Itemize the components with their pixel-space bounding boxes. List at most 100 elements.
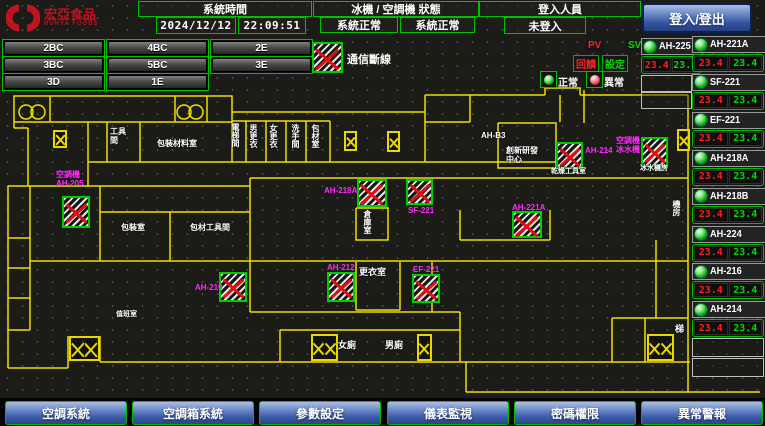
room-label-1: 包裝材料室 [157, 139, 197, 148]
unit-name: AH-214 [710, 304, 742, 315]
zone-button-4BC[interactable]: 4BC [108, 41, 207, 55]
disconnect-legend-label: 通信斷線 [347, 51, 391, 67]
door-marker-7 [647, 334, 674, 361]
nav-button-4[interactable]: 儀表監視 [387, 401, 509, 425]
nav-button-6[interactable]: 異常警報 [641, 401, 763, 425]
unit-AH-214-values: 23.423.4 [692, 319, 764, 337]
sv-value: 23.4 [729, 246, 763, 260]
zone-button-wrap-2BC: 2BC [2, 39, 105, 57]
sv-value: 23.4 [729, 283, 763, 297]
unit-AH-224[interactable]: AH-224 [692, 226, 765, 243]
room-label-10: 冰水機房 [640, 164, 668, 173]
equipment-marker-AH-218A[interactable] [357, 179, 387, 207]
unit-AH-221A[interactable]: AH-221A [692, 36, 765, 53]
unit-name: AH-224 [710, 229, 742, 240]
equipment-marker-AH-210[interactable] [219, 272, 247, 302]
hmi-screen: 空調機 AH-205AH-218ASF-221AH-221AAH-214空調機 … [0, 0, 765, 426]
pv-value: 23.4 [694, 132, 728, 146]
unit-status-led-icon [694, 75, 708, 89]
unit-AH-218B[interactable]: AH-218B [692, 188, 765, 205]
nav-button-1[interactable]: 空調系統 [5, 401, 127, 425]
equipment-marker-AH-212[interactable] [327, 272, 355, 302]
door-marker-2 [387, 131, 400, 152]
room-label-17: 男廁 [385, 341, 403, 350]
unit-name: AH-225 [659, 41, 691, 52]
room-label-8: 創新研發 中心 [506, 146, 538, 164]
room-label-15: 更衣室 [359, 268, 386, 277]
unit-status-led-icon [694, 38, 708, 52]
zone-button-wrap-3E: 3E [210, 56, 313, 74]
unit-name: AH-216 [710, 266, 742, 277]
unit-status-led-icon [694, 303, 708, 317]
equipment-label-AH-218A: AH-218A [324, 186, 357, 195]
unit-AH-214[interactable]: AH-214 [692, 301, 765, 318]
unit-name: AH-221A [710, 39, 748, 50]
feedback-label: 回饋 [573, 55, 599, 72]
unit-AH-218B-values: 23.423.4 [692, 206, 764, 224]
zone-button-3BC[interactable]: 3BC [4, 58, 103, 72]
pv-value: 23.4 [694, 208, 728, 222]
zone-button-wrap-3BC: 3BC [2, 56, 105, 74]
unit-SF-221-values: 23.423.4 [692, 92, 764, 110]
equipment-marker-EF-221[interactable] [412, 274, 440, 303]
sv-value: 23.4 [729, 321, 763, 335]
zone-button-1E[interactable]: 1E [108, 75, 207, 89]
equipment-label-SF-221: SF-221 [408, 206, 434, 215]
pv-label: PV [586, 40, 603, 51]
room-label-5: 洗手間 [290, 124, 300, 148]
unit-AH-218A-values: 23.423.4 [692, 168, 764, 186]
equipment-marker-AH-205[interactable] [62, 196, 90, 228]
equipment-label-冰水機: 空調機 冰水機 [616, 136, 640, 154]
equipment-marker-AH-221A[interactable] [512, 211, 542, 238]
zone-button-5BC[interactable]: 5BC [108, 58, 207, 72]
door-marker-3 [677, 129, 690, 151]
unit-AH-216[interactable]: AH-216 [692, 263, 765, 280]
equipment-label-AH-212: AH-212 [327, 263, 355, 272]
unit-name: SF-221 [710, 77, 740, 88]
pv-value: 23.4 [694, 56, 728, 70]
equipment-marker-AH-214[interactable] [556, 142, 583, 169]
nav-button-2[interactable]: 空調箱系統 [132, 401, 254, 425]
unit-AH-216-values: 23.423.4 [692, 281, 764, 299]
unit-AH-224-values: 23.423.4 [692, 244, 764, 262]
room-label-3: 男更衣 [248, 124, 258, 148]
equipment-marker-SF-221[interactable] [406, 179, 433, 205]
zone-button-2BC[interactable]: 2BC [4, 41, 103, 55]
empty-panel [641, 75, 692, 92]
room-label-6: 包材室 [310, 124, 320, 148]
unit-SF-221[interactable]: SF-221 [692, 74, 765, 91]
room-label-9: 乾燥工具室 [551, 167, 586, 176]
sv-value: 23.4 [729, 208, 763, 222]
unit-AH-218A[interactable]: AH-218A [692, 150, 765, 167]
unit-name: AH-218B [710, 191, 748, 202]
equipment-label-EF-221: EF-221 [413, 265, 439, 274]
zone-button-wrap-3D: 3D [2, 73, 105, 91]
room-label-16: 女廁 [338, 341, 356, 350]
zone-button-wrap-1E: 1E [106, 73, 209, 91]
sv-value: 23.4 [729, 56, 763, 70]
unit-name: EF-221 [710, 115, 740, 126]
unit-EF-221[interactable]: EF-221 [692, 112, 765, 129]
nav-button-5[interactable]: 密碼權限 [514, 401, 636, 425]
zone-button-3E[interactable]: 3E [212, 58, 311, 72]
zone-button-2E[interactable]: 2E [212, 41, 311, 55]
equipment-marker-冰水機[interactable] [641, 137, 668, 167]
room-label-12: 包材工具間 [190, 223, 230, 232]
room-label-19: 機房 [671, 200, 681, 216]
equipment-label-AH-221A: AH-221A [512, 203, 545, 212]
door-marker-1 [344, 131, 357, 151]
nav-button-3[interactable]: 參數設定 [259, 401, 381, 425]
unit-EF-221-values: 23.423.4 [692, 130, 764, 148]
zone-button-3D[interactable]: 3D [4, 75, 103, 89]
bottom-nav: 空調系統空調箱系統參數設定儀表監視密碼權限異常警報 [0, 398, 765, 426]
abnormal-label: 異常 [604, 74, 624, 89]
door-marker-5 [311, 334, 338, 361]
door-marker-4 [69, 336, 100, 361]
empty-panel [641, 92, 692, 109]
room-label-2: 電梯間 [230, 123, 240, 147]
zone-button-wrap-5BC: 5BC [106, 56, 209, 74]
abnormal-led-icon [586, 71, 603, 88]
unit-status-led-icon [694, 227, 708, 241]
zone-button-wrap-4BC: 4BC [106, 39, 209, 57]
unit-status-led-icon [643, 40, 657, 54]
